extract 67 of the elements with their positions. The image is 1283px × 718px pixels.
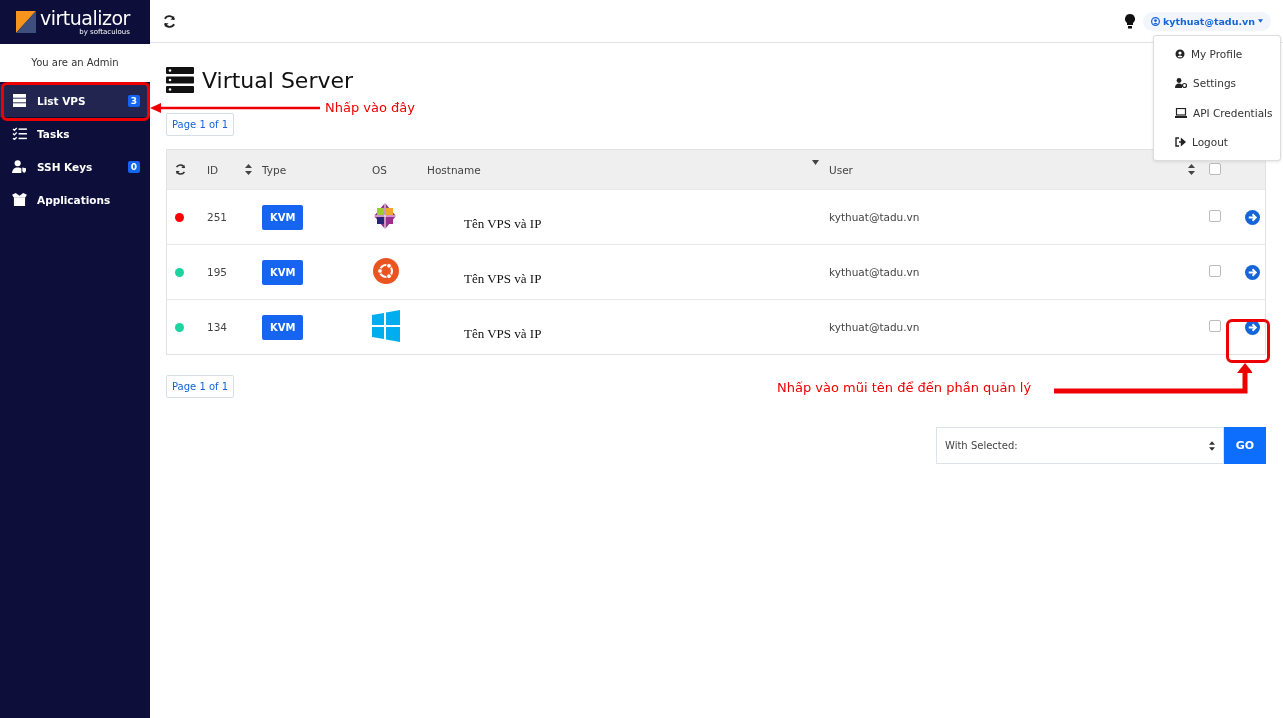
caret-icon[interactable] — [812, 159, 819, 165]
arrow-right-circle-icon[interactable] — [1245, 319, 1260, 335]
table-cell: kythuat@tadu.vn — [829, 321, 920, 333]
column-header: OS — [372, 163, 387, 176]
hostname-cell: Tên VPS và IP — [464, 271, 542, 286]
type-badge: KVM — [262, 259, 304, 285]
bulk-action-select[interactable]: With Selected: — [936, 427, 1224, 464]
menu-item[interactable]: My Profile — [1154, 39, 1280, 69]
column-header: Type — [262, 163, 287, 176]
user-icon — [1175, 48, 1185, 59]
sort-icon[interactable] — [245, 164, 252, 175]
arrow-right-circle-icon[interactable] — [1245, 209, 1260, 225]
logo-icon — [16, 11, 36, 33]
refresh-icon[interactable] — [163, 14, 176, 28]
user-shield-icon — [12, 160, 27, 173]
count-badge: 3 — [127, 94, 140, 107]
checklist-icon — [12, 127, 27, 140]
sort-icon[interactable] — [1188, 164, 1195, 175]
user-menu-button[interactable]: kythuat@tadu.vn — [1142, 11, 1271, 31]
select-all-checkbox[interactable] — [1209, 162, 1221, 175]
pinwheel-icon — [372, 201, 398, 231]
menu-item[interactable]: Logout — [1154, 127, 1280, 157]
role-label: You are an Admin — [0, 44, 150, 82]
menu-item[interactable]: Settings — [1154, 68, 1280, 98]
table-cell: 195 — [207, 266, 228, 278]
type-badge: KVM — [262, 204, 304, 230]
logout-icon — [1175, 137, 1186, 148]
row-checkbox[interactable] — [1209, 265, 1221, 277]
user-icon — [1150, 16, 1160, 26]
annotation-text: Nhấp vào đây — [325, 100, 415, 115]
annotation-text: Nhấp vào mũi tên để đến phần quản lý — [777, 380, 1032, 395]
table-cell: 134 — [207, 321, 228, 333]
box-icon — [12, 193, 27, 206]
column-header: User — [829, 163, 853, 176]
four-panes-icon — [372, 310, 400, 342]
user-gear-icon — [1175, 78, 1187, 89]
count-badge: 0 — [127, 160, 140, 173]
laptop-icon — [1175, 107, 1187, 118]
caret-icon — [1258, 19, 1263, 23]
go-button[interactable]: GO — [1224, 427, 1266, 464]
server-icon — [12, 94, 27, 107]
sidebar-item[interactable]: SSH Keys 0 — [0, 150, 150, 183]
hostname-cell: Tên VPS và IP — [464, 216, 542, 231]
lightbulb-icon[interactable] — [1124, 13, 1135, 29]
sidebar-item[interactable]: Applications — [0, 183, 150, 216]
sidebar-item[interactable]: List VPS 3 — [0, 84, 150, 117]
table-cell: kythuat@tadu.vn — [829, 211, 920, 223]
column-header: ID — [207, 163, 219, 176]
type-badge: KVM — [262, 314, 304, 340]
brand-name: virtualizor — [40, 8, 130, 28]
hostname-cell: Tên VPS và IP — [464, 326, 542, 341]
circle-of-friends-icon — [372, 256, 400, 286]
server-icon — [166, 67, 194, 93]
page-title: Virtual Server — [202, 67, 354, 93]
menu-item[interactable]: API Credentials — [1154, 98, 1280, 128]
column-header: Hostname — [427, 163, 481, 176]
sort-icon — [1209, 440, 1215, 451]
row-checkbox[interactable] — [1209, 210, 1221, 222]
table-cell: kythuat@tadu.vn — [829, 266, 920, 278]
arrow-right-circle-icon[interactable] — [1245, 264, 1260, 280]
sidebar-item[interactable]: Tasks — [0, 117, 150, 150]
refresh-icon[interactable] — [175, 164, 186, 175]
pagination-label[interactable]: Page 1 of 1 — [166, 375, 235, 398]
pagination-label[interactable]: Page 1 of 1 — [166, 113, 235, 136]
table-cell: 251 — [207, 211, 228, 223]
row-checkbox[interactable] — [1209, 320, 1221, 332]
highlight-frame — [1226, 319, 1270, 363]
